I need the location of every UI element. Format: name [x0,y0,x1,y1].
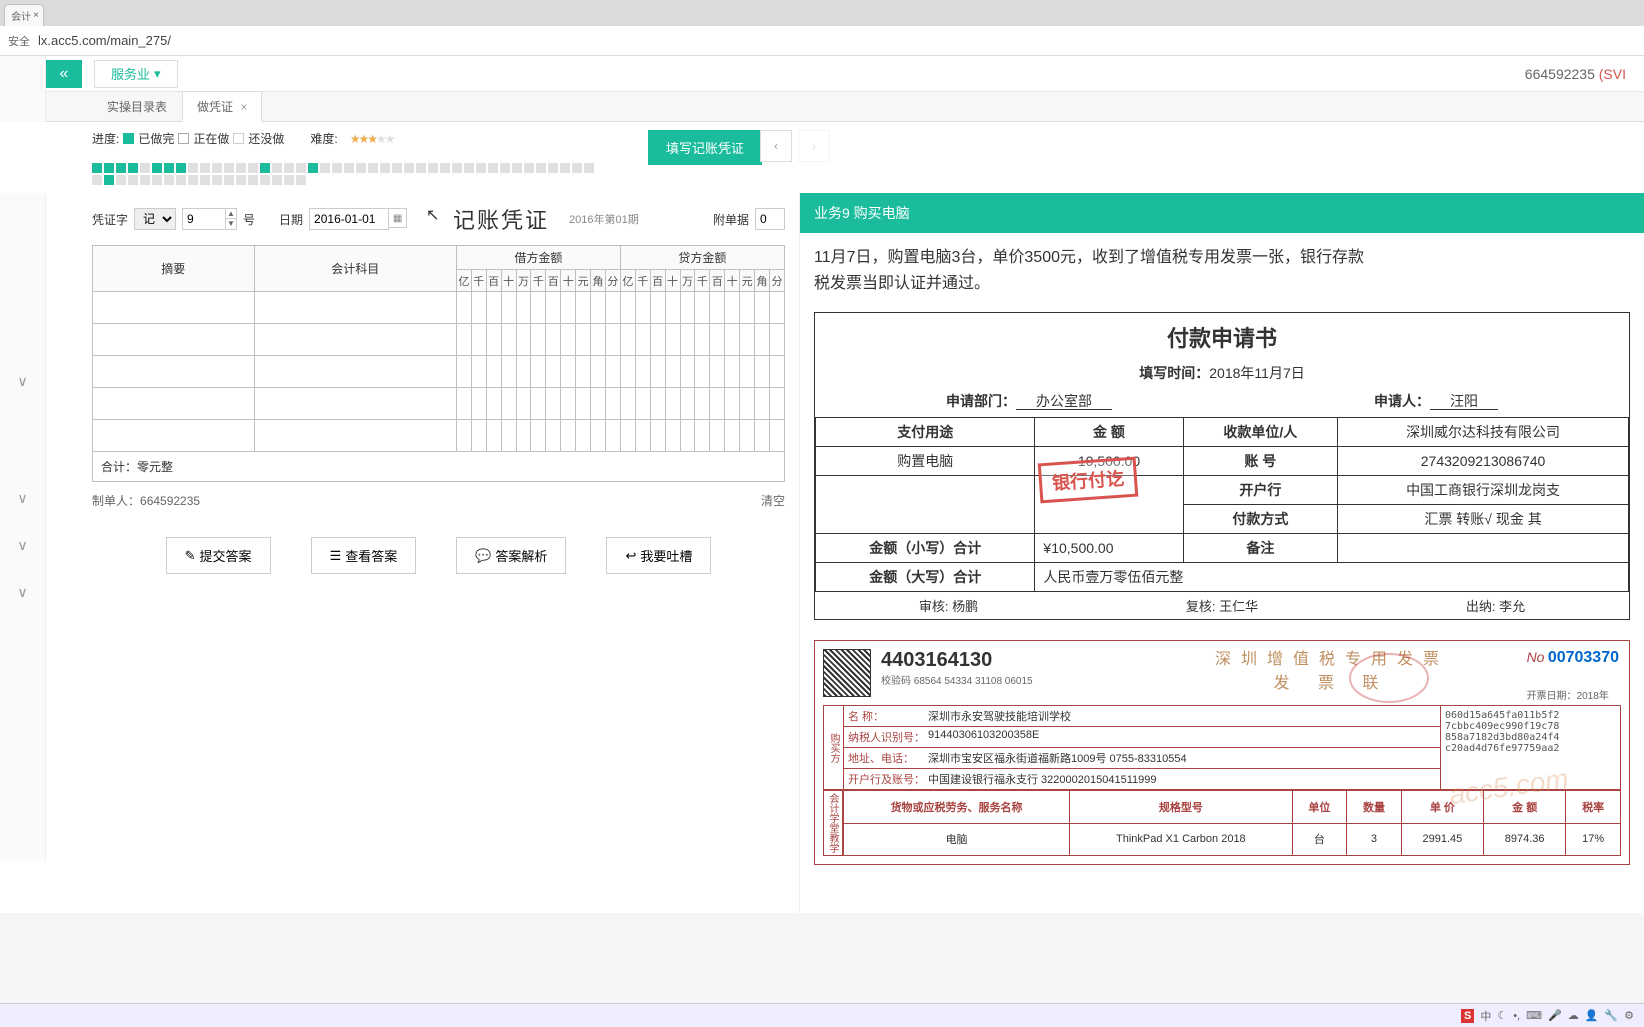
payform-title: 付款申请书 [815,313,1629,361]
date-label: 日期 [279,211,303,228]
tab-catalog[interactable]: 实操目录表 [92,91,182,121]
qr-code-icon [823,649,871,697]
tool-icon[interactable]: 🔧 [1604,1009,1618,1022]
chat-icon: 💬 [475,548,491,564]
payform-table: 支付用途 金 额 收款单位/人 深圳威尔达科技有限公司 购置电脑 10,500.… [815,417,1629,592]
buyer-info: 名 称：深圳市永安驾驶技能培训学校 纳税人识别号：914403061032003… [844,706,1440,789]
user-badge: 664592235 (SVI [1525,66,1626,82]
voucher-header: 凭证字 记 ▲▼ 号 日期 ▦ ↖ 记账凭证 2016年第01期 附单据 [92,203,785,235]
user-id: 664592235 [1525,66,1595,82]
table-row[interactable] [93,388,785,420]
voucher-period: 2016年第01期 [569,211,639,227]
document-panel: 业务9 购买电脑 11月7日，购置电脑3台，单价3500元，收到了增值税专用发票… [800,193,1644,913]
invoice: acc5.com 4403164130 校验码 68564 54334 3110… [814,640,1630,865]
service-label: 服务业 [111,64,150,83]
doc-description: 11月7日，购置电脑3台，单价3500元，收到了增值税专用发票一张，银行存款 税… [800,233,1644,308]
status-done-icon [123,133,134,144]
tab-title: 会计 [11,8,31,23]
chevron-down-icon: ▾ [154,66,161,82]
buyer-label: 购买方 [824,706,844,789]
attach-label: 附单据 [713,211,749,228]
cashier: 出纳: 李允 [1466,596,1525,615]
url-text[interactable]: lx.acc5.com/main_275/ [38,33,171,48]
voucher-panel: 凭证字 记 ▲▼ 号 日期 ▦ ↖ 记账凭证 2016年第01期 附单据 [0,193,800,913]
fill-voucher-button[interactable]: 填写记账凭证 [648,130,762,165]
moon-icon[interactable]: ☾ [1497,1009,1507,1022]
table-row[interactable] [93,324,785,356]
table-row[interactable] [93,420,785,452]
feedback-button[interactable]: ↩我要吐槽 [606,537,711,574]
side-label: 会计学堂教学 [823,790,843,856]
close-icon[interactable]: × [240,100,247,114]
status-todo-icon [233,133,244,144]
progress-bar: 进度: 已做完 正在做 还没做 难度: ★★★★★ 填写记账凭证 ‹ › [0,122,1644,193]
browser-tab[interactable]: 会计 × [4,4,44,26]
legend-progress: 进度: 已做完 正在做 还没做 [92,130,284,147]
table-row[interactable] [93,356,785,388]
cloud-icon[interactable]: ☁ [1568,1009,1579,1022]
punct-icon[interactable]: •, [1513,1010,1520,1022]
clear-link[interactable]: 清空 [761,492,785,509]
voucher-number-input[interactable] [182,208,226,230]
voucher-total: 合计：零元整 [93,452,785,482]
tax-seal-icon [1349,653,1429,703]
cursor-icon: ↖ [426,205,439,225]
number-suffix: 号 [243,211,255,228]
close-icon[interactable]: × [33,10,39,21]
doc-header: 业务9 购买电脑 [800,193,1644,233]
payment-form: 付款申请书 填写时间：2018年11月7日 申请部门：办公室部 申请人：汪阳 支… [814,312,1630,620]
keyboard-icon[interactable]: ⌨ [1526,1009,1542,1022]
invoice-number: No 00703370 开票日期：2018年 [1527,649,1619,702]
col-debit: 借方金额 [456,246,620,270]
attach-count-input[interactable] [755,208,785,230]
ime-icon[interactable]: S [1461,1009,1474,1023]
voucher-title: 记账凭证 [453,203,549,235]
submit-answer-button[interactable]: ✎提交答案 [166,537,271,574]
view-answer-button[interactable]: ☰查看答案 [311,537,417,574]
edit-icon: ✎ [185,548,196,564]
progress-grid[interactable] [92,163,602,185]
next-button[interactable]: › [798,130,830,162]
ime-label[interactable]: 中 [1480,1008,1491,1024]
sidebar-collapse-button[interactable]: « [46,60,82,88]
voucher-table[interactable]: 摘要 会计科目 借方金额 贷方金额 亿 千 百 十 万 千 百 十 元 角 分 [92,245,785,482]
bank-paid-stamp: 银行付讫 [1038,457,1139,504]
invoice-code: 4403164130 [881,649,1033,672]
col-summary: 摘要 [93,246,255,292]
voucher-type-label: 凭证字 [92,211,128,228]
service-dropdown[interactable]: 服务业 ▾ [94,60,178,88]
check-code: 校验码 68564 54334 31108 06015 [881,672,1033,687]
gear-icon[interactable]: ⚙ [1624,1009,1634,1022]
browser-tab-strip: 会计 × [0,0,1644,26]
os-taskbar: S 中 ☾ •, ⌨ 🎤 ☁ 👤 🔧 ⚙ [0,1003,1644,1027]
difficulty-stars-icon: ★★★★★ [350,132,394,146]
spin-down-icon: ▼ [226,219,236,229]
security-badge: 安全 [8,33,30,49]
reply-icon: ↩ [625,548,636,564]
date-input[interactable] [309,208,389,230]
status-doing-icon [178,133,189,144]
maker-info: 制单人：664592235 [92,492,200,509]
col-credit: 贷方金额 [620,246,784,270]
content-tabs: 实操目录表 做凭证 × [0,92,1644,122]
mic-icon[interactable]: 🎤 [1548,1009,1562,1022]
person-icon[interactable]: 👤 [1585,1009,1599,1022]
auditor: 审核: 杨鹏 [919,596,978,615]
invoice-item-row: 电脑ThinkPad X1 Carbon 2018台32991.458974.3… [844,823,1621,856]
reviewer: 复核: 王仁华 [1186,596,1258,615]
address-bar: 安全 lx.acc5.com/main_275/ [0,26,1644,56]
app-toolbar: « 服务业 ▾ 664592235 (SVI [0,56,1644,92]
user-level: (SVI [1599,66,1626,82]
calendar-icon[interactable]: ▦ [389,208,407,228]
prev-button[interactable]: ‹ [760,130,792,162]
table-row[interactable] [93,292,785,324]
list-icon: ☰ [330,548,342,564]
legend-difficulty: 难度: ★★★★★ [310,130,393,147]
col-subject: 会计科目 [254,246,456,292]
answer-analysis-button[interactable]: 💬答案解析 [456,537,566,574]
spin-up-icon: ▲ [226,209,236,219]
voucher-type-select[interactable]: 记 [134,208,176,230]
tab-voucher[interactable]: 做凭证 × [182,91,262,122]
number-spinner[interactable]: ▲▼ [226,208,237,230]
